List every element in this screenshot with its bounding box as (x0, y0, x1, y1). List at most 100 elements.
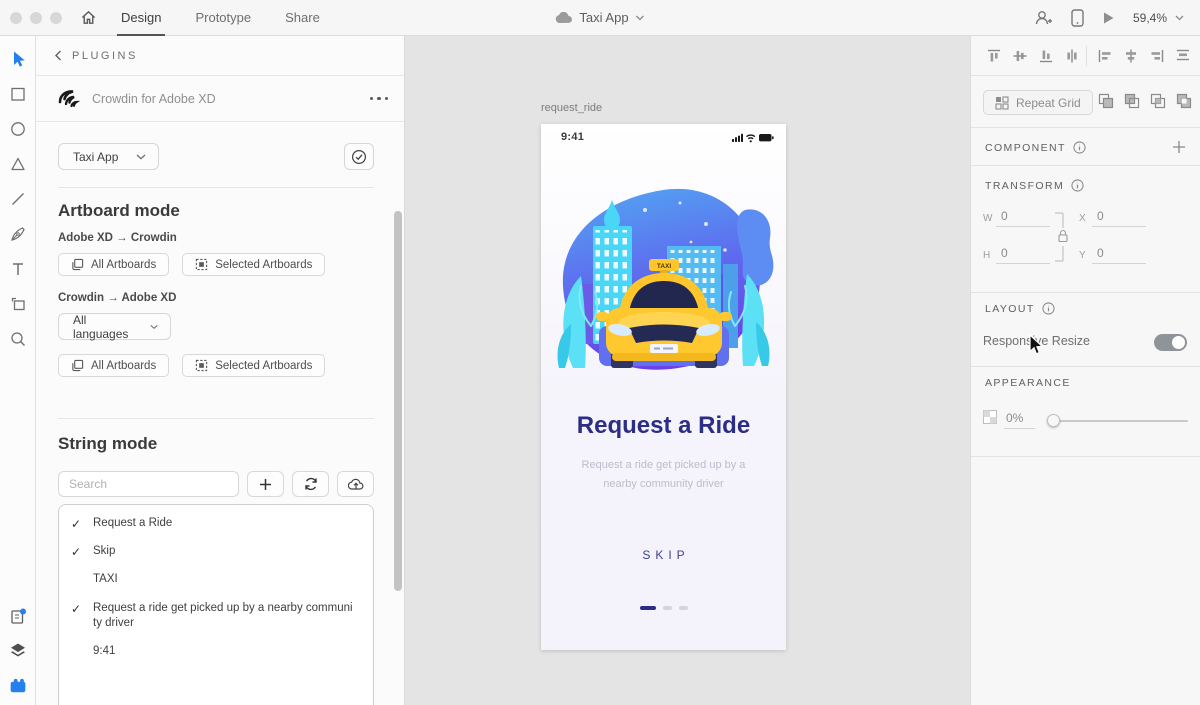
distribute-horizontal-icon[interactable] (1064, 48, 1080, 64)
repeat-grid-button[interactable]: Repeat Grid (983, 90, 1093, 115)
add-string-button[interactable] (247, 471, 285, 497)
text-tool-icon[interactable] (9, 260, 27, 278)
artboard-request-ride[interactable]: 9:41 TAXI Request a Ride Request a ride … (541, 124, 786, 650)
window-close-icon[interactable] (10, 11, 22, 24)
align-bottom-icon[interactable] (1038, 48, 1054, 64)
window-controls[interactable] (10, 11, 62, 24)
back-chevron-icon[interactable] (54, 50, 62, 61)
line-tool-icon[interactable] (9, 190, 27, 208)
desktop-preview-play-icon[interactable] (1102, 11, 1115, 25)
string-list-item[interactable]: ✓ Skip (59, 538, 373, 566)
refresh-icon (304, 477, 317, 491)
select-tool-icon[interactable] (9, 50, 27, 68)
plugin-title: Crowdin for Adobe XD (92, 91, 216, 106)
language-select[interactable]: All languages (58, 312, 171, 341)
y-label: Y (1079, 250, 1086, 261)
repeat-grid-label: Repeat Grid (1016, 95, 1081, 110)
cloud-upload-icon (347, 478, 363, 490)
divider (58, 187, 374, 188)
distribute-vertical-icon[interactable] (1175, 48, 1191, 64)
project-select-value: Taxi App (73, 149, 119, 164)
tab-design[interactable]: Design (116, 0, 166, 36)
skip-button[interactable]: SKIP (541, 548, 786, 562)
boolean-exclude-icon[interactable] (1175, 92, 1193, 110)
screen-title: Request a Ride (576, 412, 751, 439)
string-check-icon: ✓ (71, 517, 82, 531)
share-user-icon[interactable] (1034, 9, 1053, 27)
search-input[interactable] (58, 471, 240, 497)
rectangle-tool-icon[interactable] (9, 85, 27, 103)
y-field[interactable]: 0 (1092, 246, 1146, 264)
string-list-item[interactable]: ✓ Request a ride get picked up by a near… (59, 595, 373, 638)
crowdin-logo-icon (58, 89, 80, 107)
window-minimize-icon[interactable] (30, 11, 42, 24)
plugin-panel: PLUGINS Crowdin for Adobe XD Taxi App Ar… (36, 36, 405, 705)
boolean-add-icon[interactable] (1097, 92, 1115, 110)
device-preview-icon[interactable] (1071, 8, 1084, 27)
window-zoom-icon[interactable] (50, 11, 62, 24)
panel-scrollbar[interactable] (394, 211, 402, 591)
width-field[interactable]: 0 (996, 209, 1050, 227)
plugins-panel-icon[interactable] (9, 675, 27, 693)
confirm-project-button[interactable] (344, 143, 374, 170)
plugins-back-label[interactable]: PLUGINS (72, 50, 138, 62)
plugin-panel-header: PLUGINS (36, 36, 404, 76)
opacity-slider-track[interactable] (1051, 420, 1188, 422)
download-all-artboards-button[interactable]: All Artboards (58, 354, 170, 377)
opacity-checker-icon (983, 410, 997, 424)
align-left-icon[interactable] (1097, 48, 1113, 64)
string-list-item[interactable]: ✓ TAXI (59, 566, 373, 594)
tab-share[interactable]: Share (283, 0, 322, 36)
string-check-icon: ✓ (71, 545, 82, 560)
language-select-value: All languages (73, 312, 129, 341)
x-field[interactable]: 0 (1092, 209, 1146, 227)
repeat-grid-icon (995, 95, 1009, 110)
assets-notification-icon[interactable] (9, 607, 27, 625)
wifi-icon (746, 133, 756, 139)
artboard-tool-icon[interactable] (9, 295, 27, 313)
string-list-item[interactable]: ✓ Request a Ride (59, 510, 373, 538)
height-field[interactable]: 0 (996, 246, 1050, 264)
ellipse-tool-icon[interactable] (9, 120, 27, 138)
zoom-level-select[interactable]: 59,4% (1133, 11, 1184, 25)
document-title-menu[interactable]: Taxi App (555, 10, 645, 25)
info-icon[interactable] (1073, 141, 1086, 154)
upload-selected-artboards-button[interactable]: Selected Artboards (182, 253, 326, 276)
polygon-tool-icon[interactable] (9, 155, 27, 173)
opacity-slider-knob[interactable] (1047, 414, 1060, 427)
pen-tool-icon[interactable] (9, 225, 27, 243)
component-section: COMPONENT (971, 128, 1200, 166)
string-item-text: Skip (93, 545, 116, 558)
upload-strings-button[interactable] (337, 471, 374, 497)
refresh-strings-button[interactable] (292, 471, 330, 497)
layers-icon[interactable] (9, 641, 27, 659)
xd-to-crowdin-label: Adobe XD → Crowdin (58, 232, 177, 244)
info-icon[interactable] (1042, 302, 1055, 315)
boolean-subtract-icon[interactable] (1123, 92, 1141, 110)
string-item-text: Request a Ride (93, 517, 173, 529)
align-vertical-center-icon[interactable] (1012, 48, 1028, 64)
string-list-item[interactable]: ✓ 9:41 (59, 638, 373, 666)
artboard-name-label[interactable]: request_ride (541, 102, 602, 114)
info-icon[interactable] (1071, 179, 1084, 192)
upload-all-artboards-button[interactable]: All Artboards (58, 253, 170, 276)
project-select[interactable]: Taxi App (58, 143, 160, 170)
zoom-tool-icon[interactable] (9, 330, 27, 348)
boolean-intersect-icon[interactable] (1149, 92, 1167, 110)
align-horizontal-center-icon[interactable] (1123, 48, 1139, 64)
lock-aspect-ratio-icon[interactable] (1055, 208, 1069, 266)
design-canvas[interactable]: request_ride 9:41 TAXI Request a Ride Re… (406, 36, 1044, 705)
tab-prototype[interactable]: Prototype (193, 0, 253, 36)
x-label: X (1079, 213, 1086, 224)
add-component-icon[interactable] (1172, 140, 1186, 154)
status-time: 9:41 (561, 131, 585, 143)
responsive-resize-toggle[interactable] (1154, 334, 1187, 351)
home-icon[interactable] (80, 9, 97, 26)
download-selected-artboards-button[interactable]: Selected Artboards (182, 354, 326, 377)
align-top-icon[interactable] (986, 48, 1002, 64)
opacity-value[interactable]: 0% (1004, 411, 1036, 429)
align-right-icon[interactable] (1149, 48, 1165, 64)
transform-label: TRANSFORM (985, 179, 1065, 192)
width-label: W (983, 213, 993, 224)
plugin-menu-icon[interactable] (369, 96, 388, 101)
